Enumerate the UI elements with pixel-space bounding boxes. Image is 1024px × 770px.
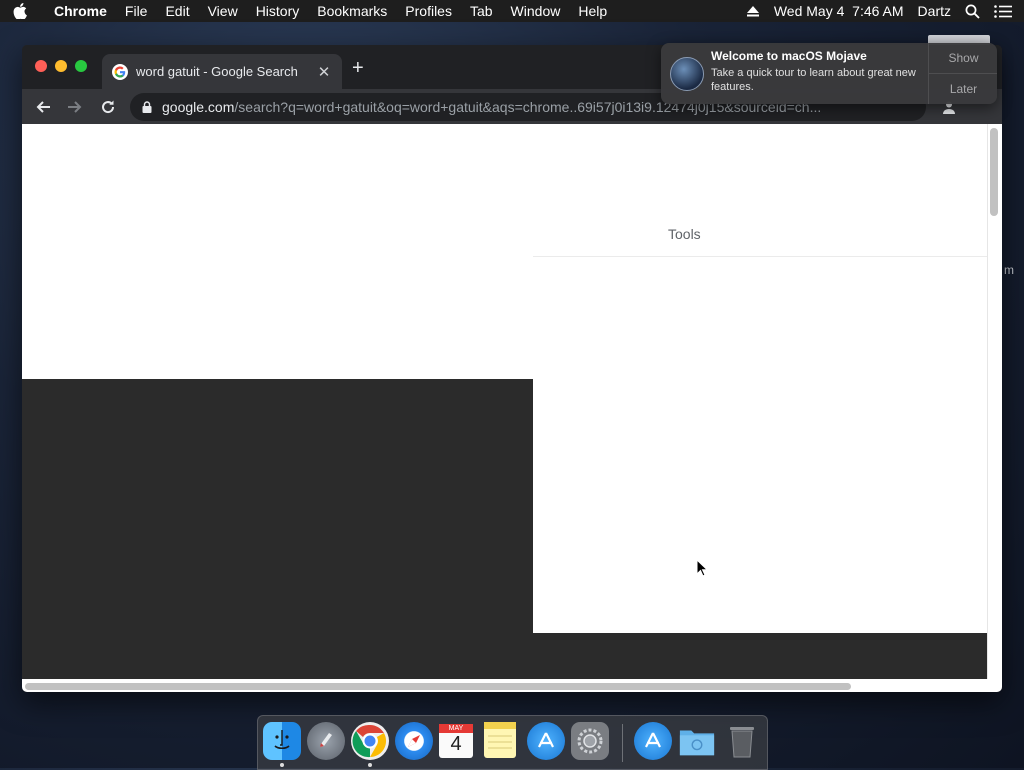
menu-history[interactable]: History [247, 3, 309, 19]
calendar-month: MAY [439, 724, 473, 733]
dock: MAY 4 [257, 715, 768, 770]
calendar-day: 4 [450, 733, 462, 755]
notification-body: Take a quick tour to learn about great n… [711, 67, 916, 93]
running-indicator [280, 763, 284, 767]
reload-icon[interactable] [99, 98, 117, 116]
notification-actions: Show Later [928, 43, 997, 104]
tab-active[interactable]: word gatuit - Google Search ✕ [102, 54, 342, 89]
menu-help[interactable]: Help [569, 3, 616, 19]
mouse-pointer-icon [696, 558, 709, 582]
window-minimize-button[interactable] [55, 60, 67, 72]
menu-profiles[interactable]: Profiles [396, 3, 461, 19]
back-arrow-icon[interactable] [34, 98, 52, 116]
menu-clock[interactable]: Wed May 4 7:46 AM [767, 3, 911, 19]
macos-mojave-icon [670, 57, 704, 91]
results-panel [533, 379, 987, 633]
menu-window[interactable]: Window [502, 3, 570, 19]
finder-icon[interactable] [263, 722, 301, 760]
spotlight-search-icon[interactable] [958, 4, 987, 19]
running-indicator [368, 763, 372, 767]
horizontal-scrollbar-thumb[interactable] [25, 683, 851, 690]
menu-bookmarks[interactable]: Bookmarks [308, 3, 396, 19]
google-chrome-icon[interactable] [351, 722, 389, 760]
tab-title: word gatuit - Google Search [136, 64, 298, 79]
menu-app-name[interactable]: Chrome [40, 3, 116, 19]
menu-file[interactable]: File [116, 3, 157, 19]
menu-view[interactable]: View [199, 3, 247, 19]
google-g-icon [112, 63, 128, 80]
window-zoom-button[interactable] [75, 60, 87, 72]
page-content: Tools [22, 124, 1002, 692]
chrome-window: word gatuit - Google Search ✕ + google.c… [22, 45, 1002, 692]
menu-extras: Wed May 4 7:46 AM Dartz [739, 0, 1024, 22]
notification-banner[interactable]: Welcome to macOS Mojave Take a quick tou… [661, 43, 997, 104]
notification-later-button[interactable]: Later [929, 73, 997, 104]
desktop-label-partial: m [1004, 263, 1014, 277]
calendar-icon[interactable]: MAY 4 [439, 724, 473, 758]
dock-separator [622, 724, 623, 762]
close-icon[interactable]: ✕ [314, 63, 334, 81]
eject-icon[interactable] [739, 5, 767, 17]
apple-logo-icon[interactable] [0, 3, 40, 19]
launchpad-icon[interactable] [307, 722, 345, 760]
url-host: google.com [162, 99, 235, 115]
vertical-scrollbar-thumb[interactable] [990, 128, 998, 216]
notification-show-button[interactable]: Show [929, 43, 997, 73]
app-store-icon[interactable] [634, 722, 672, 760]
page-white-region [22, 124, 987, 379]
tools-button[interactable]: Tools [668, 226, 701, 242]
notification-title: Welcome to macOS Mojave [711, 49, 867, 63]
new-tab-button[interactable]: + [352, 58, 364, 78]
system-preferences-icon[interactable] [571, 722, 609, 760]
trash-icon[interactable] [723, 722, 761, 760]
menu-bar: Chrome File Edit View History Bookmarks … [0, 0, 1024, 22]
menu-tab[interactable]: Tab [461, 3, 502, 19]
downloads-folder-icon[interactable] [678, 722, 716, 760]
lock-icon[interactable] [142, 101, 152, 113]
window-close-button[interactable] [35, 60, 47, 72]
divider [533, 256, 987, 257]
forward-arrow-icon[interactable] [66, 98, 84, 116]
notification-center-icon[interactable] [987, 4, 1024, 18]
app-store-icon[interactable] [527, 722, 565, 760]
menu-edit[interactable]: Edit [156, 3, 198, 19]
notes-icon[interactable] [484, 722, 516, 758]
safari-icon[interactable] [395, 722, 433, 760]
menu-user[interactable]: Dartz [911, 3, 958, 19]
